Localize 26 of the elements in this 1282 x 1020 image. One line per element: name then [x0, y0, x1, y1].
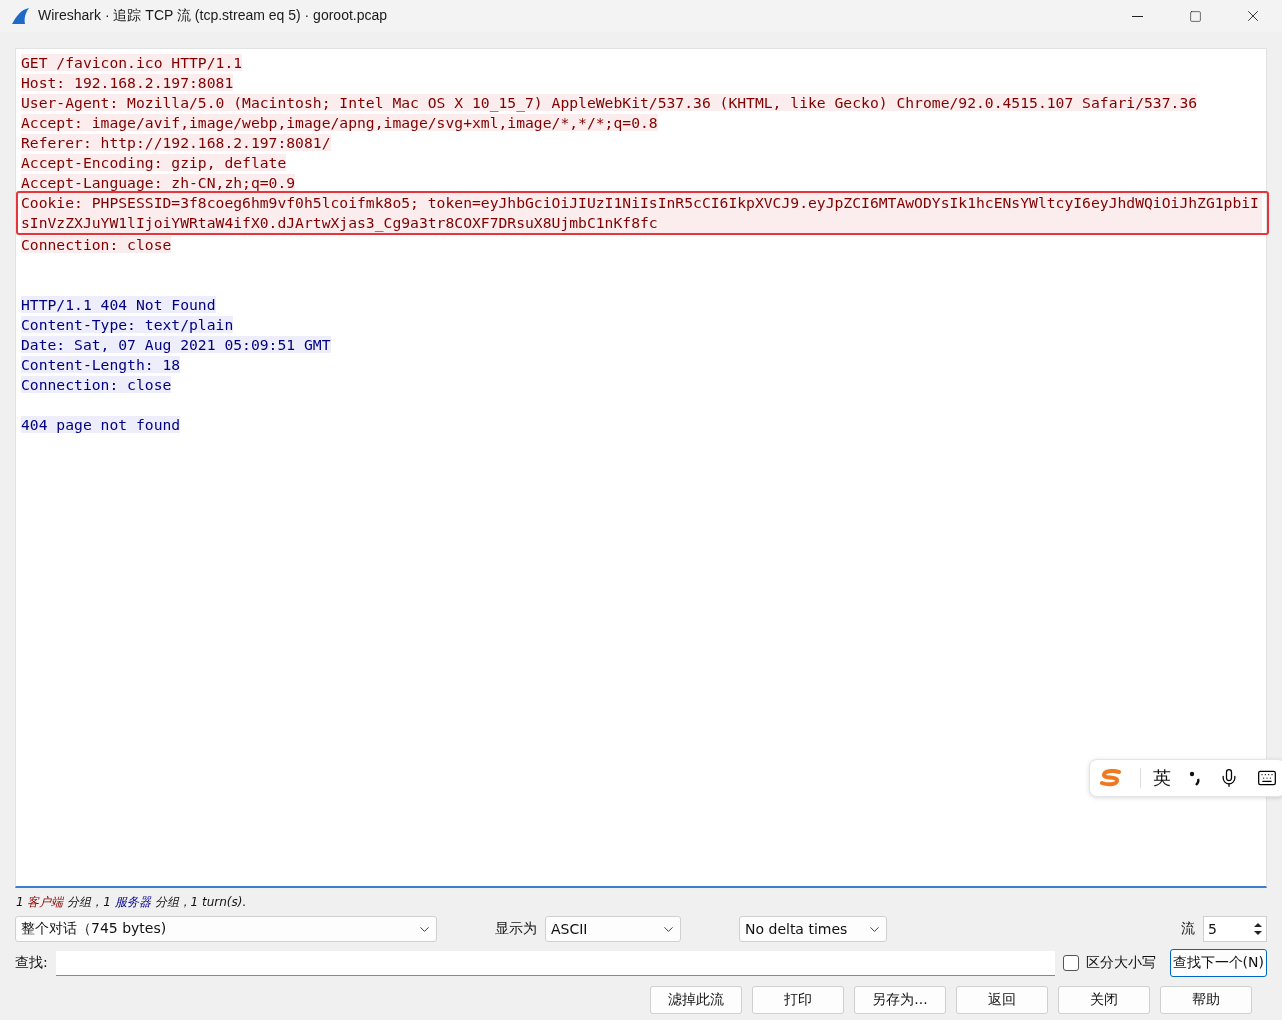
dialog-button[interactable]: 另存为...: [854, 986, 946, 1014]
shark-fin-logo-icon: [10, 7, 30, 25]
stream-number-spinbox[interactable]: 5: [1203, 916, 1267, 942]
ime-logo-icon: [1100, 769, 1122, 787]
dialog-button[interactable]: 帮助: [1160, 986, 1252, 1014]
packet-summary-text: 1 客户端 分组，1 服务器 分组，1 turn(s).: [16, 894, 248, 911]
case-sensitive-label: 区分大小写: [1085, 954, 1156, 972]
window-title: Wireshark · 追踪 TCP 流 (tcp.stream eq 5) · goroot.pcap: [38, 7, 389, 25]
find-input[interactable]: [55, 950, 1055, 976]
delta-times-dropdown[interactable]: No delta times: [739, 916, 887, 942]
keyboard-icon[interactable]: [1257, 768, 1277, 788]
dialog-button[interactable]: 滤掉此流: [650, 986, 742, 1014]
show-as-label: 显示为: [495, 920, 537, 938]
input-mode-toggle[interactable]: 英: [1140, 768, 1171, 788]
minimize-icon: [1131, 15, 1143, 17]
stream-label: 流: [1181, 920, 1195, 938]
show-as-dropdown[interactable]: ASCII: [545, 916, 681, 942]
dialog-button[interactable]: 返回: [956, 986, 1048, 1014]
conversation-dropdown[interactable]: 整个对话（745 bytes): [15, 916, 437, 942]
find-label: 查找:: [15, 954, 48, 972]
maximize-icon: [1188, 9, 1202, 23]
dialog-button[interactable]: 关闭: [1058, 986, 1150, 1014]
dialog-button[interactable]: 打印: [752, 986, 844, 1014]
punctuation-icon[interactable]: [1189, 770, 1201, 786]
find-next-button[interactable]: 查找下一个(N): [1169, 949, 1267, 977]
case-sensitive-checkbox[interactable]: [1062, 955, 1079, 971]
